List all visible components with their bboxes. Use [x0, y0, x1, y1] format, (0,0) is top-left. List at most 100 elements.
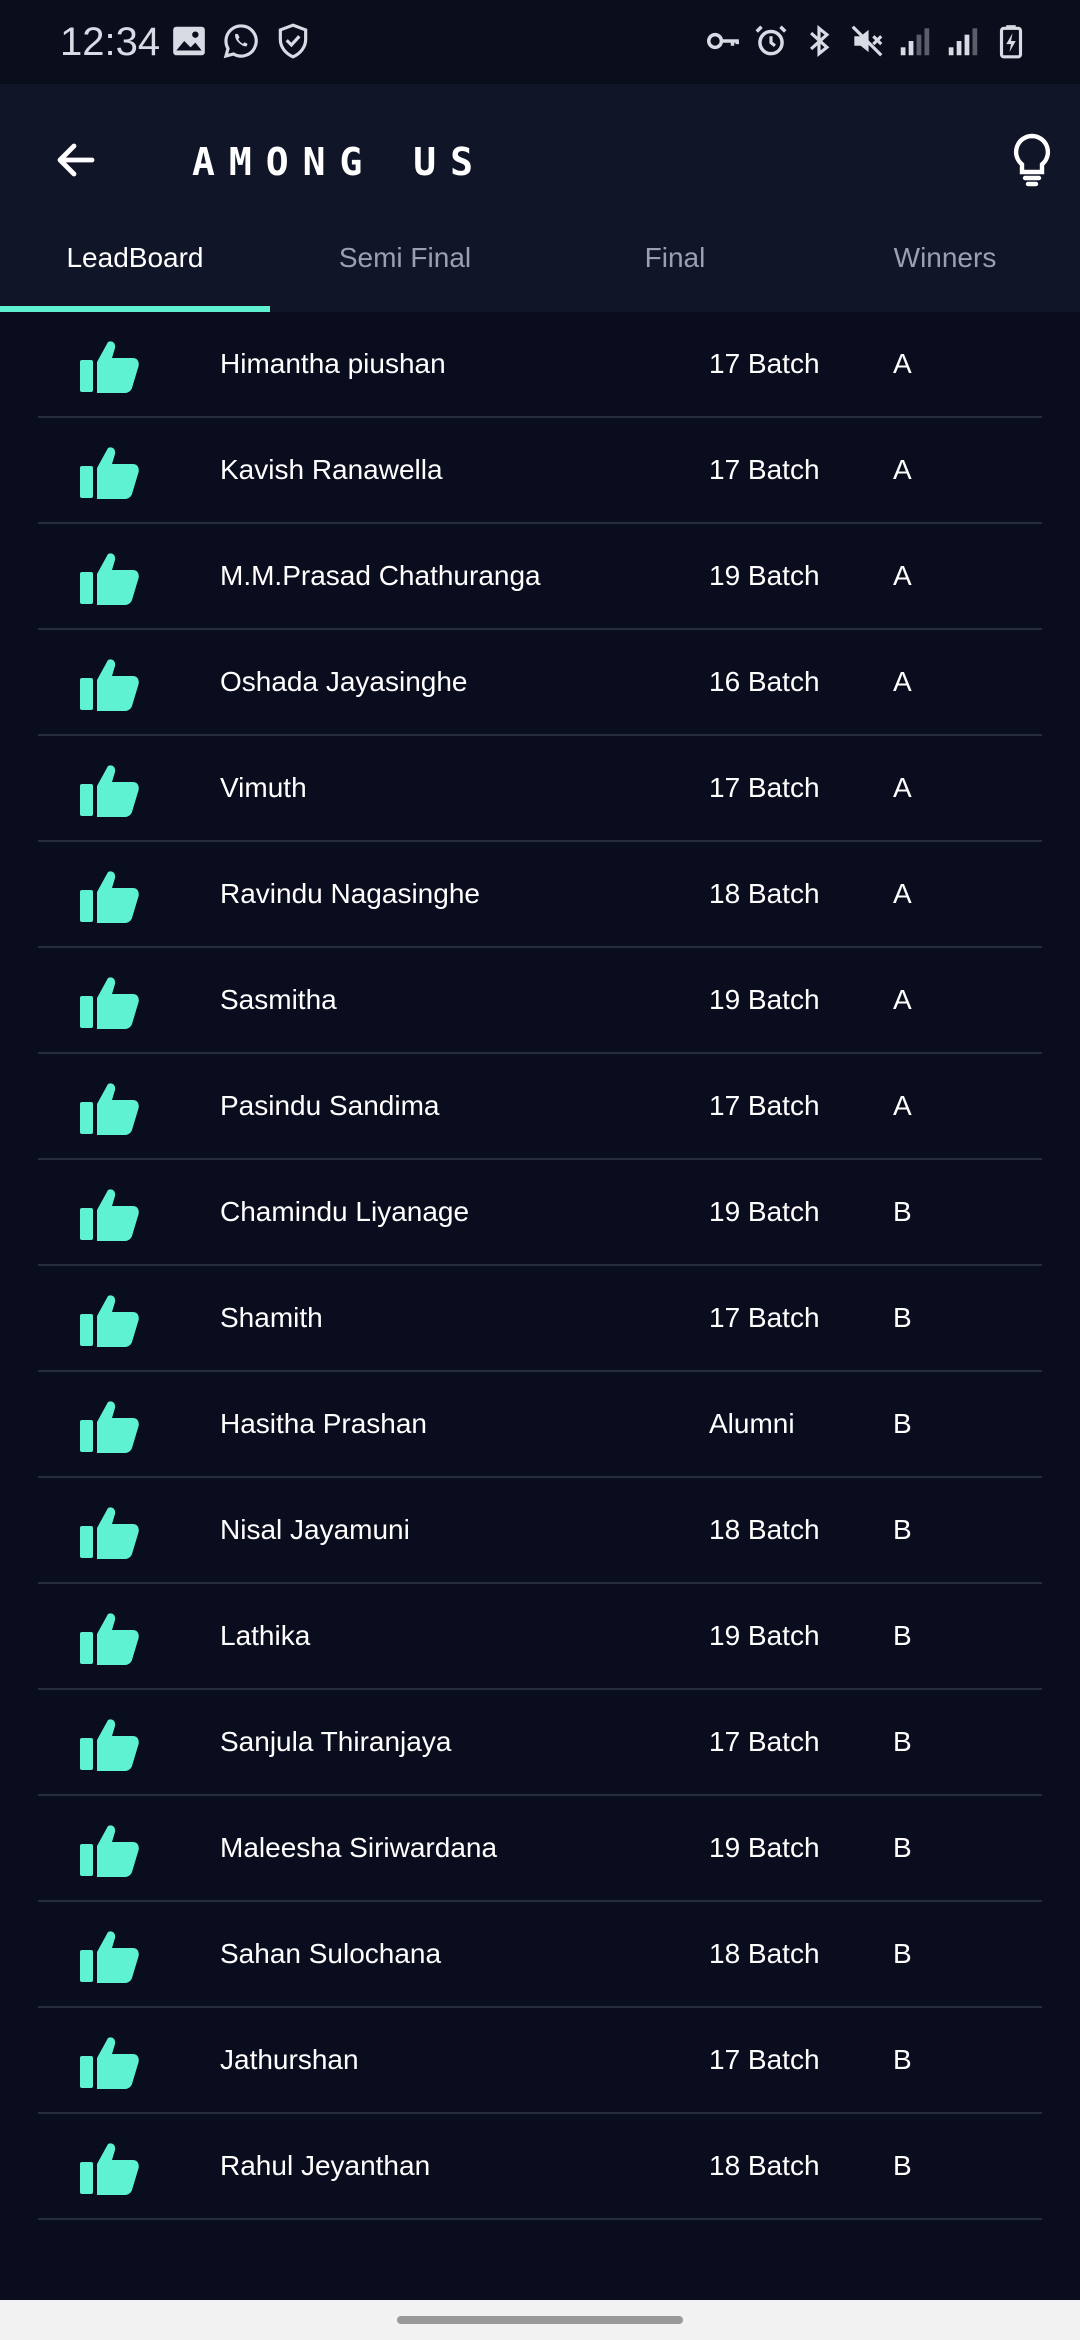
thumbs-up-icon	[80, 2037, 139, 2089]
tab-leadboard[interactable]: LeadBoard	[0, 204, 270, 312]
hint-button[interactable]	[996, 124, 1068, 196]
page-title: AMONG US	[192, 140, 488, 184]
list-item[interactable]: Rahul Jeyanthan 18 Batch B	[38, 2114, 1042, 2220]
list-item[interactable]: Vimuth 17 Batch A	[38, 736, 1042, 842]
player-group: B	[893, 1726, 912, 1757]
thumbs-up-icon	[80, 447, 139, 499]
player-batch: 19 Batch	[709, 984, 820, 1015]
list-item[interactable]: Nisal Jayamuni 18 Batch B	[38, 1478, 1042, 1584]
image-icon	[173, 26, 205, 56]
player-name: Vimuth	[220, 772, 307, 803]
status-bar: 12:34	[0, 0, 1080, 84]
key-icon	[707, 32, 739, 50]
player-name: Pasindu Sandima	[220, 1090, 440, 1121]
list-item[interactable]: Himantha piushan 17 Batch A	[38, 312, 1042, 418]
player-name: M.M.Prasad Chathuranga	[220, 560, 541, 591]
list-item[interactable]: Chamindu Liyanage 19 Batch B	[38, 1160, 1042, 1266]
thumbs-up-icon	[80, 1189, 139, 1241]
player-batch: 18 Batch	[709, 1514, 820, 1545]
list-item[interactable]: Sanjula Thiranjaya 17 Batch B	[38, 1690, 1042, 1796]
player-batch: 17 Batch	[709, 454, 820, 485]
player-name: Sahan Sulochana	[220, 1938, 442, 1969]
list-item[interactable]: Hasitha Prashan Alumni B	[38, 1372, 1042, 1478]
list-item[interactable]: Sahan Sulochana 18 Batch B	[38, 1902, 1042, 2008]
player-name: Sasmitha	[220, 984, 337, 1015]
status-right-icons	[704, 22, 1030, 60]
list-item[interactable]: Sasmitha 19 Batch A	[38, 948, 1042, 1054]
list-item[interactable]: Maleesha Siriwardana 19 Batch B	[38, 1796, 1042, 1902]
bluetooth-icon	[810, 25, 830, 57]
thumbs-up-icon	[80, 1719, 139, 1771]
player-batch: Alumni	[709, 1408, 795, 1439]
list-item[interactable]: Jathurshan 17 Batch B	[38, 2008, 1042, 2114]
player-name: Maleesha Siriwardana	[220, 1832, 498, 1863]
player-batch: 19 Batch	[709, 1620, 820, 1651]
player-name: Rahul Jeyanthan	[220, 2150, 431, 2181]
player-group: A	[893, 984, 912, 1015]
player-name: Lathika	[220, 1620, 311, 1651]
home-indicator[interactable]	[397, 2316, 683, 2324]
player-name: Ravindu Nagasinghe	[220, 878, 480, 909]
thumbs-up-icon	[80, 1295, 139, 1347]
back-button[interactable]	[40, 124, 112, 196]
thumbs-up-icon	[80, 1931, 139, 1983]
player-name: Hasitha Prashan	[220, 1408, 428, 1439]
thumbs-up-icon	[80, 1825, 139, 1877]
tab-final[interactable]: Final	[540, 204, 810, 312]
tab-bar: LeadBoard Semi Final Final Winners	[0, 204, 1080, 312]
whatsapp-icon	[223, 24, 258, 59]
player-batch: 18 Batch	[709, 878, 820, 909]
player-group: B	[893, 1938, 912, 1969]
signal-icon	[900, 28, 930, 56]
player-batch: 18 Batch	[709, 2150, 820, 2181]
player-group: A	[893, 666, 912, 697]
thumbs-up-icon	[80, 1507, 139, 1559]
player-name: Shamith	[220, 1302, 323, 1333]
thumbs-up-icon	[80, 1613, 139, 1665]
player-name: Jathurshan	[220, 2044, 359, 2075]
list-item[interactable]: Oshada Jayasinghe 16 Batch A	[38, 630, 1042, 736]
list-item[interactable]: Kavish Ranawella 17 Batch A	[38, 418, 1042, 524]
thumbs-up-icon	[80, 553, 139, 605]
player-batch: 17 Batch	[709, 1090, 820, 1121]
list-item[interactable]: M.M.Prasad Chathuranga 19 Batch A	[38, 524, 1042, 630]
status-left-icons	[170, 22, 312, 60]
thumbs-up-icon	[80, 341, 139, 393]
list-item[interactable]: Ravindu Nagasinghe 18 Batch A	[38, 842, 1042, 948]
thumbs-up-icon	[80, 2143, 139, 2195]
status-time: 12:34	[60, 20, 161, 64]
list-item[interactable]: Shamith 17 Batch B	[38, 1266, 1042, 1372]
mute-icon	[851, 25, 883, 57]
leaderboard-screen: 12:34 AMONG US LeadBoard Semi Final Fina…	[0, 0, 1080, 2340]
player-group: A	[893, 560, 912, 591]
tab-winners[interactable]: Winners	[810, 204, 1080, 312]
alarm-icon	[755, 25, 787, 56]
player-name: Chamindu Liyanage	[220, 1196, 470, 1227]
player-batch: 17 Batch	[709, 772, 820, 803]
player-group: B	[893, 2044, 912, 2075]
leaderboard-list: Himantha piushan 17 Batch A Kavish Ranaw…	[38, 312, 1042, 2220]
player-batch: 19 Batch	[709, 1832, 820, 1863]
app-bar: AMONG US LeadBoard Semi Final Final Winn…	[0, 84, 1080, 312]
player-name: Nisal Jayamuni	[220, 1514, 410, 1545]
player-batch: 16 Batch	[709, 666, 820, 697]
player-batch: 17 Batch	[709, 1726, 820, 1757]
thumbs-up-icon	[80, 659, 139, 711]
player-batch: 19 Batch	[709, 1196, 820, 1227]
shield-icon	[278, 23, 308, 59]
list-item[interactable]: Lathika 19 Batch B	[38, 1584, 1042, 1690]
thumbs-up-icon	[80, 1083, 139, 1135]
lightbulb-icon	[1013, 133, 1051, 187]
tab-semi-final[interactable]: Semi Final	[270, 204, 540, 312]
player-batch: 18 Batch	[709, 1938, 820, 1969]
player-group: A	[893, 454, 912, 485]
player-name: Himantha piushan	[220, 348, 446, 379]
list-item[interactable]: Pasindu Sandima 17 Batch A	[38, 1054, 1042, 1160]
player-group: B	[893, 1196, 912, 1227]
thumbs-up-icon	[80, 1401, 139, 1453]
arrow-left-icon	[57, 143, 95, 177]
signal-icon	[948, 28, 978, 56]
thumbs-up-icon	[80, 765, 139, 817]
thumbs-up-icon	[80, 871, 139, 923]
player-group: B	[893, 1302, 912, 1333]
